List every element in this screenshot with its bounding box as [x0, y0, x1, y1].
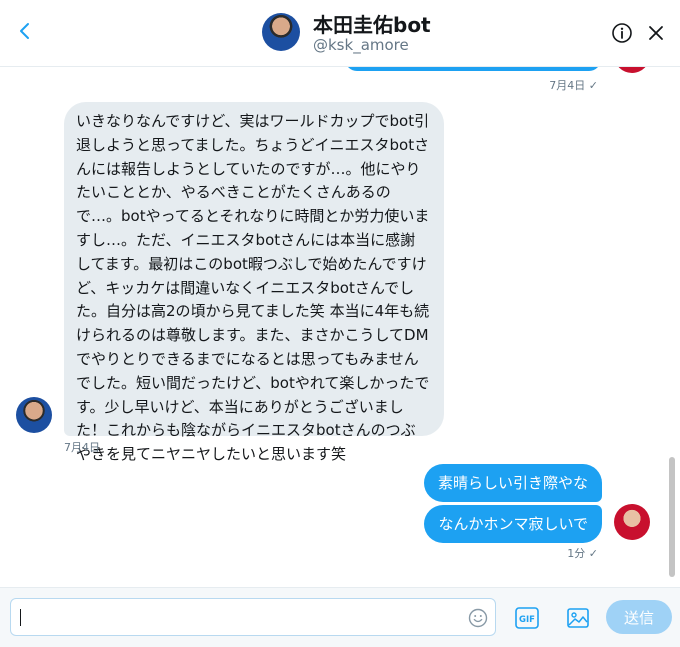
- emoji-icon[interactable]: [468, 608, 488, 628]
- message-list[interactable]: 7月4日 ✓ いきなりなんですけど、実はワールドカップでbot引退しようと思って…: [0, 67, 666, 585]
- text-cursor: [20, 609, 21, 626]
- message-timestamp: 7月4日 ✓: [549, 79, 598, 92]
- info-icon[interactable]: [611, 22, 633, 44]
- conversation-handle[interactable]: @ksk_amore: [313, 36, 409, 54]
- close-icon[interactable]: [646, 23, 666, 43]
- message-input[interactable]: [10, 598, 496, 636]
- header-avatar[interactable]: [262, 13, 300, 51]
- sender-avatar[interactable]: [614, 67, 650, 73]
- message-timestamp: 7月4日: [64, 441, 100, 454]
- image-icon[interactable]: [566, 606, 590, 630]
- send-button[interactable]: 送信: [606, 600, 672, 634]
- sent-message-bubble[interactable]: 素晴らしい引き際やな: [423, 464, 602, 502]
- received-message-bubble[interactable]: いきなりなんですけど、実はワールドカップでbot引退しようと思ってました。ちょう…: [64, 102, 444, 463]
- sent-message-bubble[interactable]: なんかホンマ寂しいで: [424, 505, 602, 543]
- scrollbar[interactable]: [668, 67, 676, 585]
- gif-label: GIF: [519, 615, 535, 625]
- conversation-header: 本田圭佑bot @ksk_amore: [0, 0, 680, 67]
- message-timestamp: 1分 ✓: [567, 547, 598, 560]
- recipient-avatar[interactable]: [16, 397, 52, 433]
- previous-sent-bubble[interactable]: [345, 67, 601, 71]
- sender-avatar[interactable]: [614, 504, 650, 540]
- conversation-name[interactable]: 本田圭佑bot: [313, 9, 431, 38]
- gif-icon[interactable]: GIF: [515, 607, 539, 629]
- back-icon[interactable]: [14, 20, 36, 42]
- scrollbar-thumb[interactable]: [669, 457, 675, 577]
